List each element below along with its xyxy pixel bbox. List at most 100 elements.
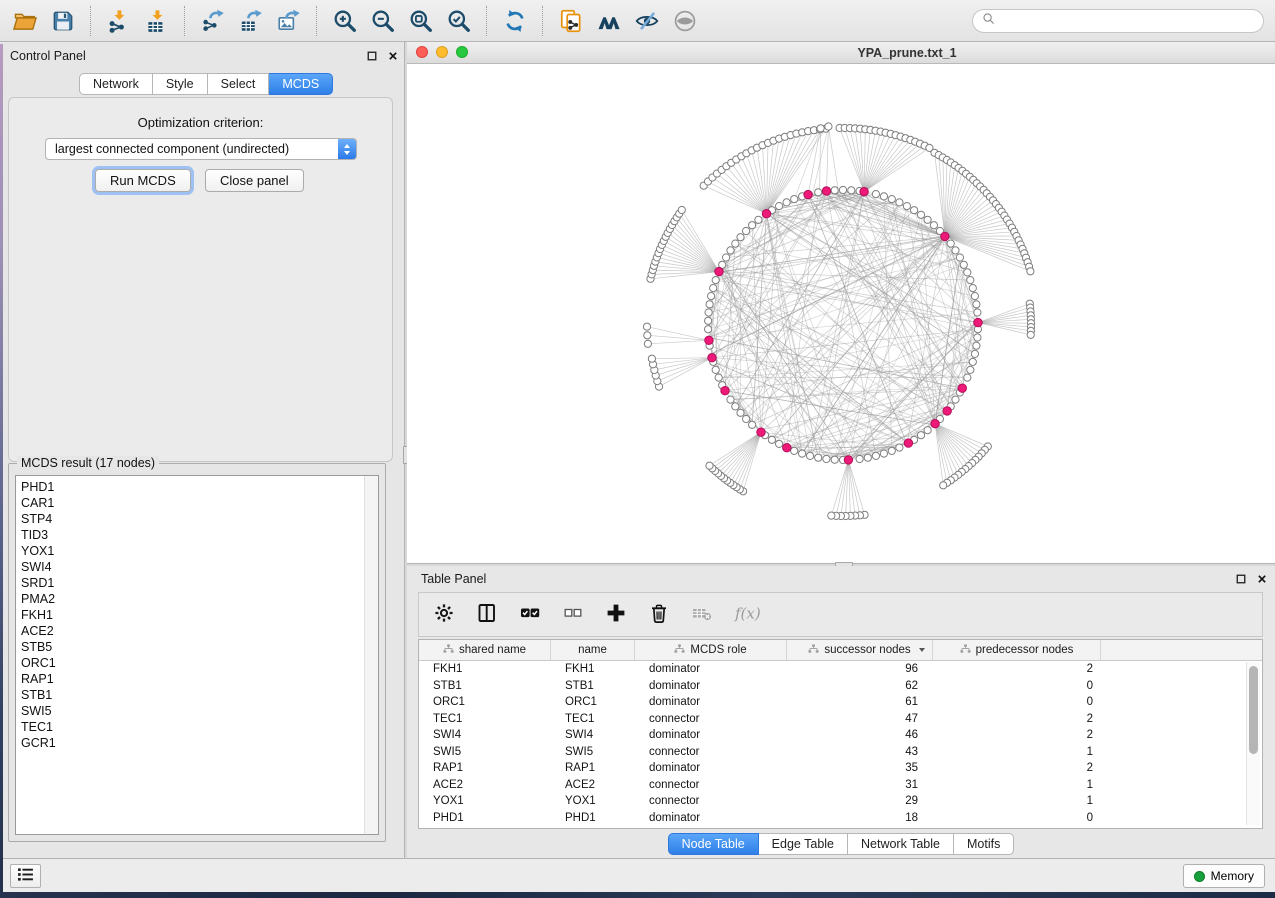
mcds-result-item[interactable]: RAP1 <box>21 671 56 687</box>
graph-node[interactable] <box>880 193 887 200</box>
graph-node[interactable] <box>783 199 790 206</box>
zoom-fit-button[interactable] <box>402 3 440 39</box>
graph-node[interactable] <box>815 189 822 196</box>
graph-node[interactable] <box>960 261 967 268</box>
add-column-button[interactable] <box>603 602 629 628</box>
traffic-light-close[interactable] <box>416 46 428 58</box>
graph-node[interactable] <box>708 293 715 300</box>
column-header-MCDS-role[interactable]: MCDS role <box>635 640 787 660</box>
close-panel-button[interactable]: Close panel <box>205 169 304 192</box>
graph-hub-node[interactable] <box>757 428 765 436</box>
zoom-selected-button[interactable] <box>440 3 478 39</box>
graph-node[interactable] <box>776 203 783 210</box>
graph-node[interactable] <box>831 456 838 463</box>
graph-node[interactable] <box>973 342 980 349</box>
toggle-columns-button[interactable] <box>474 602 500 628</box>
mcds-result-item[interactable]: ACE2 <box>21 623 56 639</box>
graph-node[interactable] <box>712 277 719 284</box>
graph-node[interactable] <box>973 301 980 308</box>
zoom-in-button[interactable] <box>326 3 364 39</box>
graph-node[interactable] <box>643 323 650 330</box>
mcds-result-item[interactable]: CAR1 <box>21 495 56 511</box>
column-header-name[interactable]: name <box>551 640 635 660</box>
column-header-shared-name[interactable]: shared name <box>419 640 551 660</box>
close-icon[interactable] <box>1257 574 1267 584</box>
graph-node[interactable] <box>648 355 655 362</box>
graph-node[interactable] <box>749 421 756 428</box>
export-table-button[interactable] <box>232 3 270 39</box>
graph-node[interactable] <box>940 482 947 489</box>
graph-node[interactable] <box>706 301 713 308</box>
table-row[interactable]: ACE2ACE2connector311 <box>419 777 1262 794</box>
graph-node[interactable] <box>712 366 719 373</box>
graph-node[interactable] <box>705 309 712 316</box>
graph-hub-node[interactable] <box>804 190 812 198</box>
graph-node[interactable] <box>1027 331 1034 338</box>
table-row[interactable]: SWI4SWI4dominator462 <box>419 727 1262 744</box>
close-icon[interactable] <box>388 51 398 61</box>
graph-node[interactable] <box>974 334 981 341</box>
graph-node[interactable] <box>776 440 783 447</box>
graph-node[interactable] <box>880 450 887 457</box>
graph-node[interactable] <box>743 227 750 234</box>
graph-node[interactable] <box>924 427 931 434</box>
table-row[interactable]: FKH1FKH1dominator962 <box>419 661 1262 678</box>
tab-motifs[interactable]: Motifs <box>954 833 1014 855</box>
graph-node[interactable] <box>903 203 910 210</box>
graph-hub-node[interactable] <box>715 267 723 275</box>
graph-hub-node[interactable] <box>721 387 729 395</box>
tab-node-table[interactable]: Node Table <box>668 833 759 855</box>
import-network-button[interactable] <box>100 3 138 39</box>
graph-hub-node[interactable] <box>931 420 939 428</box>
graph-hub-node[interactable] <box>974 318 982 326</box>
graph-node[interactable] <box>817 125 824 132</box>
optimization-criterion-select[interactable]: largest connected component (undirected) <box>45 138 357 160</box>
graph-node[interactable] <box>888 447 895 454</box>
graph-hub-node[interactable] <box>762 210 770 218</box>
graph-node[interactable] <box>964 269 971 276</box>
graph-node[interactable] <box>917 432 924 439</box>
table-row[interactable]: TEC1TEC1connector472 <box>419 711 1262 728</box>
tab-mcds[interactable]: MCDS <box>269 73 333 95</box>
float-icon[interactable] <box>367 51 377 61</box>
run-mcds-button[interactable]: Run MCDS <box>95 169 191 192</box>
save-session-button[interactable] <box>44 3 82 39</box>
mcds-result-item[interactable]: STB1 <box>21 687 56 703</box>
deselect-all-button[interactable] <box>560 602 586 628</box>
graph-node[interactable] <box>715 374 722 381</box>
graph-node[interactable] <box>799 450 806 457</box>
graph-node[interactable] <box>706 462 713 469</box>
tab-network-table[interactable]: Network Table <box>848 833 954 855</box>
graph-node[interactable] <box>930 222 937 229</box>
table-row[interactable]: ORC1ORC1dominator610 <box>419 694 1262 711</box>
graph-hub-node[interactable] <box>943 407 951 415</box>
graph-node[interactable] <box>705 317 712 324</box>
graph-node[interactable] <box>896 444 903 451</box>
float-icon[interactable] <box>1236 574 1246 584</box>
graph-node[interactable] <box>956 254 963 261</box>
graph-node[interactable] <box>727 396 734 403</box>
graph-node[interactable] <box>888 196 895 203</box>
graph-node[interactable] <box>952 247 959 254</box>
table-scrollbar[interactable] <box>1246 662 1260 825</box>
graph-node[interactable] <box>839 186 846 193</box>
table-row[interactable]: SWI5SWI5connector431 <box>419 744 1262 761</box>
graph-hub-node[interactable] <box>705 336 713 344</box>
graph-hub-node[interactable] <box>860 188 868 196</box>
graph-node[interactable] <box>644 340 651 347</box>
mcds-result-item[interactable]: SWI5 <box>21 703 56 719</box>
graph-node[interactable] <box>807 452 814 459</box>
mcds-result-item[interactable]: SRD1 <box>21 575 56 591</box>
graph-node[interactable] <box>749 222 756 229</box>
network-overview-button[interactable] <box>590 3 628 39</box>
graph-node[interactable] <box>969 285 976 292</box>
mcds-result-item[interactable]: ORC1 <box>21 655 56 671</box>
table-settings-button[interactable] <box>431 602 457 628</box>
tab-style[interactable]: Style <box>153 73 208 95</box>
graph-node[interactable] <box>969 358 976 365</box>
mcds-result-item[interactable]: PHD1 <box>21 479 56 495</box>
graph-node[interactable] <box>791 196 798 203</box>
network-window-titlebar[interactable]: YPA_prune.txt_1 <box>407 42 1275 64</box>
graph-node[interactable] <box>743 415 750 422</box>
select-all-button[interactable] <box>517 602 543 628</box>
